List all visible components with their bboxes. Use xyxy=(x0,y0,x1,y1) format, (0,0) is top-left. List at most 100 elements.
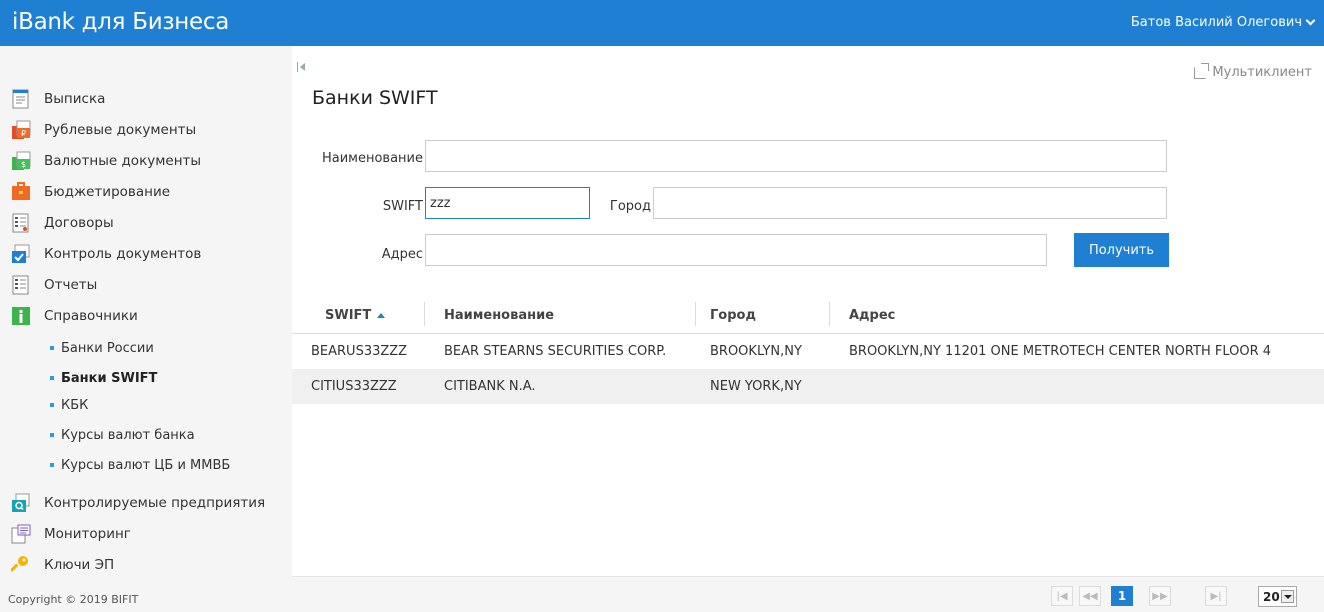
page-size-select[interactable]: 20 xyxy=(1258,586,1297,607)
doc-control-icon xyxy=(11,244,31,264)
last-page-button[interactable]: ▶| xyxy=(1205,586,1227,606)
collapse-sidebar-icon[interactable] xyxy=(297,60,307,74)
sidebar-item-monitoring[interactable]: Мониторинг xyxy=(11,521,131,547)
sidebar-item-label: Отчеты xyxy=(44,277,98,293)
table-row[interactable]: CITIUS33ZZZ CITIBANK N.A. NEW YORK,NY xyxy=(292,369,1324,404)
info-icon xyxy=(11,306,31,326)
sidebar-item-controlled-companies[interactable]: Контролируемые предприятия xyxy=(11,490,265,516)
swift-banks-table: SWIFT Наименование Город Адрес BEARUS33Z… xyxy=(292,296,1324,404)
cell-city: NEW YORK,NY xyxy=(710,379,802,394)
sidebar-subitem-russian-banks[interactable]: Банки России xyxy=(50,337,154,359)
city-input[interactable] xyxy=(653,187,1167,219)
cell-address: BROOKLYN,NY 11201 ONE METROTECH CENTER N… xyxy=(849,344,1272,359)
sidebar-item-label: Рублевые документы xyxy=(44,122,197,138)
sidebar-item-reports[interactable]: Отчеты xyxy=(11,272,97,298)
bullet-icon xyxy=(50,346,54,350)
sidebar-subitem-label: Курсы валют банка xyxy=(61,427,195,443)
cell-swift: CITIUS33ZZZ xyxy=(311,379,397,394)
next-page-button[interactable]: ▶▶ xyxy=(1149,586,1171,606)
page-size-value: 20 xyxy=(1263,589,1280,604)
main-content: Мультиклиент Банки SWIFT Наименование SW… xyxy=(292,46,1324,612)
bullet-icon xyxy=(50,433,54,437)
reports-icon xyxy=(11,275,31,295)
sidebar-item-label: Бюджетирование xyxy=(44,184,171,200)
column-header-name[interactable]: Наименование xyxy=(444,308,554,323)
get-button[interactable]: Получить xyxy=(1074,233,1169,267)
cell-swift: BEARUS33ZZZ xyxy=(311,344,408,359)
column-header-label: SWIFT xyxy=(325,308,372,323)
svg-text:$: $ xyxy=(21,160,26,169)
table-row[interactable]: BEARUS33ZZZ BEAR STEARNS SECURITIES CORP… xyxy=(292,334,1324,369)
column-divider[interactable] xyxy=(695,302,696,326)
sidebar-item-currency-docs[interactable]: $ Валютные документы xyxy=(11,148,201,174)
name-input[interactable] xyxy=(425,140,1167,172)
sidebar-subitem-label: Банки SWIFT xyxy=(61,370,158,386)
city-label: Город xyxy=(609,199,651,214)
column-header-swift[interactable]: SWIFT xyxy=(325,308,386,323)
column-divider[interactable] xyxy=(829,302,830,326)
sidebar-item-label: Договоры xyxy=(44,215,114,231)
sidebar-item-label: Ключи ЭП xyxy=(44,557,115,573)
column-header-address[interactable]: Адрес xyxy=(849,308,895,323)
key-icon xyxy=(9,555,31,575)
sidebar-item-statement[interactable]: Выписка xyxy=(11,86,105,112)
user-menu[interactable]: Батов Василий Олегович xyxy=(1130,15,1316,30)
name-label: Наименование xyxy=(321,151,423,166)
sidebar-subitem-label: КБК xyxy=(61,397,89,413)
swift-label: SWIFT xyxy=(382,199,423,214)
swift-input[interactable] xyxy=(425,187,590,219)
sidebar-item-contracts[interactable]: Договоры xyxy=(11,210,114,236)
statement-icon xyxy=(11,89,31,109)
sidebar-subitem-kbk[interactable]: КБК xyxy=(50,394,88,416)
sidebar-item-label: Мониторинг xyxy=(44,526,131,542)
cell-city: BROOKLYN,NY xyxy=(710,344,802,359)
sort-ascending-icon xyxy=(377,313,386,318)
ruble-docs-icon: ₽ xyxy=(11,120,31,140)
sidebar-item-directories[interactable]: Справочники xyxy=(11,303,138,329)
dropdown-arrow-icon xyxy=(1281,590,1294,603)
top-bar: iBank для Бизнеса Батов Василий Олегович xyxy=(0,0,1324,46)
bullet-icon xyxy=(50,376,54,380)
budget-icon xyxy=(11,182,31,202)
external-link-icon xyxy=(1194,62,1210,79)
multiclient-link[interactable]: Мультиклиент xyxy=(1194,62,1312,80)
contracts-icon xyxy=(11,213,31,233)
sidebar-subitem-cb-rates[interactable]: Курсы валют ЦБ и ММВБ xyxy=(50,454,230,476)
user-name: Батов Василий Олегович xyxy=(1130,15,1302,30)
address-input[interactable] xyxy=(425,234,1047,266)
currency-docs-icon: $ xyxy=(11,151,31,171)
cell-name: BEAR STEARNS SECURITIES CORP. xyxy=(444,344,667,359)
cell-name: CITIBANK N.A. xyxy=(444,379,536,394)
first-page-button[interactable]: |◀ xyxy=(1051,586,1073,606)
controlled-companies-icon xyxy=(11,493,31,513)
bullet-icon xyxy=(50,403,54,407)
current-page-button[interactable]: 1 xyxy=(1111,586,1133,606)
chevron-down-icon xyxy=(1305,15,1316,26)
sidebar-item-doc-control[interactable]: Контроль документов xyxy=(11,241,201,267)
sidebar-subitem-label: Курсы валют ЦБ и ММВБ xyxy=(61,457,231,473)
sidebar-item-label: Контролируемые предприятия xyxy=(44,495,266,511)
monitoring-icon xyxy=(11,524,31,544)
svg-text:₽: ₽ xyxy=(21,129,26,138)
prev-page-button[interactable]: ◀◀ xyxy=(1079,586,1101,606)
sidebar-item-label: Контроль документов xyxy=(44,246,202,262)
pagination: |◀ ◀◀ 1 ▶▶ ▶| 20 xyxy=(292,576,1324,612)
sidebar-item-label: Справочники xyxy=(44,308,138,324)
sidebar-subitem-label: Банки России xyxy=(61,340,154,356)
sidebar-subitem-swift-banks[interactable]: Банки SWIFT xyxy=(50,367,157,389)
sidebar: Выписка ₽ Рублевые документы $ Валютные … xyxy=(0,46,292,612)
sidebar-item-budget[interactable]: Бюджетирование xyxy=(11,179,170,205)
sidebar-item-label: Выписка xyxy=(44,91,106,107)
app-title[interactable]: iBank для Бизнеса xyxy=(12,9,229,35)
copyright: Copyright © 2019 BIFIT xyxy=(8,593,139,606)
sidebar-item-ruble-docs[interactable]: ₽ Рублевые документы xyxy=(11,117,196,143)
column-divider[interactable] xyxy=(424,302,425,326)
table-header: SWIFT Наименование Город Адрес xyxy=(292,296,1324,334)
page-title: Банки SWIFT xyxy=(312,87,438,109)
column-header-city[interactable]: Город xyxy=(710,308,756,323)
multiclient-label: Мультиклиент xyxy=(1212,65,1312,80)
bullet-icon xyxy=(50,463,54,467)
address-label: Адрес xyxy=(381,247,423,262)
sidebar-subitem-bank-rates[interactable]: Курсы валют банка xyxy=(50,424,195,446)
sidebar-item-keys[interactable]: Ключи ЭП xyxy=(9,552,115,578)
